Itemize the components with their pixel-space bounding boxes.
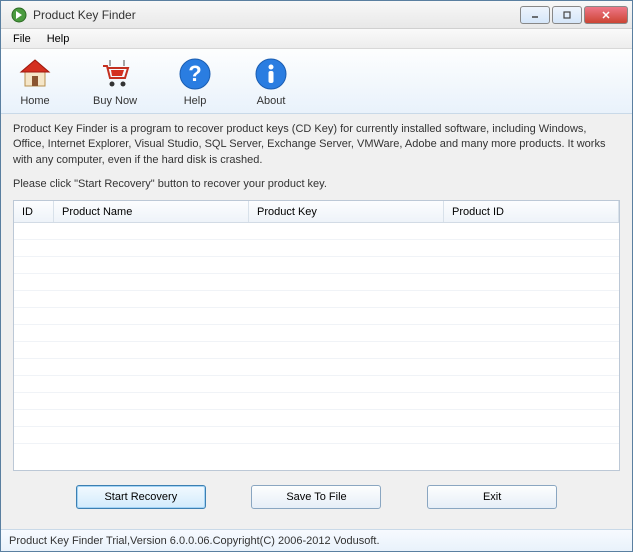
close-button[interactable]	[584, 6, 628, 24]
table-row	[14, 376, 619, 393]
table-row	[14, 325, 619, 342]
help-icon: ?	[177, 56, 213, 92]
save-to-file-button[interactable]: Save To File	[251, 485, 381, 509]
toolbar-about-button[interactable]: About	[249, 53, 293, 110]
column-header-product-name[interactable]: Product Name	[54, 201, 249, 222]
minimize-button[interactable]	[520, 6, 550, 24]
table-row	[14, 342, 619, 359]
toolbar: Home Buy Now ? Help About	[1, 49, 632, 114]
window-title: Product Key Finder	[33, 8, 520, 22]
window-controls	[520, 6, 628, 24]
maximize-button[interactable]	[552, 6, 582, 24]
svg-text:?: ?	[188, 61, 201, 86]
app-icon	[11, 7, 27, 23]
toolbar-help-button[interactable]: ? Help	[173, 53, 217, 110]
column-header-id[interactable]: ID	[14, 201, 54, 222]
content-area: Product Key Finder is a program to recov…	[1, 114, 632, 529]
toolbar-home-label: Home	[20, 95, 49, 107]
description-text-1: Product Key Finder is a program to recov…	[13, 122, 620, 168]
exit-button[interactable]: Exit	[427, 485, 557, 509]
table-row	[14, 257, 619, 274]
toolbar-buynow-label: Buy Now	[93, 95, 137, 107]
cart-icon	[97, 56, 133, 92]
table-row	[14, 427, 619, 444]
table-row	[14, 274, 619, 291]
column-header-product-key[interactable]: Product Key	[249, 201, 444, 222]
table-row	[14, 240, 619, 257]
table-row	[14, 308, 619, 325]
table-row	[14, 223, 619, 240]
toolbar-home-button[interactable]: Home	[13, 53, 57, 110]
statusbar: Product Key Finder Trial,Version 6.0.0.0…	[1, 529, 632, 551]
app-window: Product Key Finder File Help Home	[0, 0, 633, 552]
start-recovery-button[interactable]: Start Recovery	[76, 485, 206, 509]
table-row	[14, 410, 619, 427]
button-row: Start Recovery Save To File Exit	[13, 471, 620, 521]
status-text: Product Key Finder Trial,Version 6.0.0.0…	[9, 535, 380, 547]
table-row	[14, 359, 619, 376]
home-icon	[17, 56, 53, 92]
menu-help[interactable]: Help	[39, 31, 78, 47]
table-body	[14, 223, 619, 444]
toolbar-buynow-button[interactable]: Buy Now	[89, 53, 141, 110]
toolbar-help-label: Help	[184, 95, 207, 107]
column-header-product-id[interactable]: Product ID	[444, 201, 619, 222]
info-icon	[253, 56, 289, 92]
table-row	[14, 291, 619, 308]
menubar: File Help	[1, 29, 632, 49]
table-header: ID Product Name Product Key Product ID	[14, 201, 619, 223]
results-table[interactable]: ID Product Name Product Key Product ID	[13, 200, 620, 471]
titlebar: Product Key Finder	[1, 1, 632, 29]
menu-file[interactable]: File	[5, 31, 39, 47]
toolbar-about-label: About	[257, 95, 286, 107]
table-row	[14, 393, 619, 410]
description-text-2: Please click "Start Recovery" button to …	[13, 178, 620, 190]
